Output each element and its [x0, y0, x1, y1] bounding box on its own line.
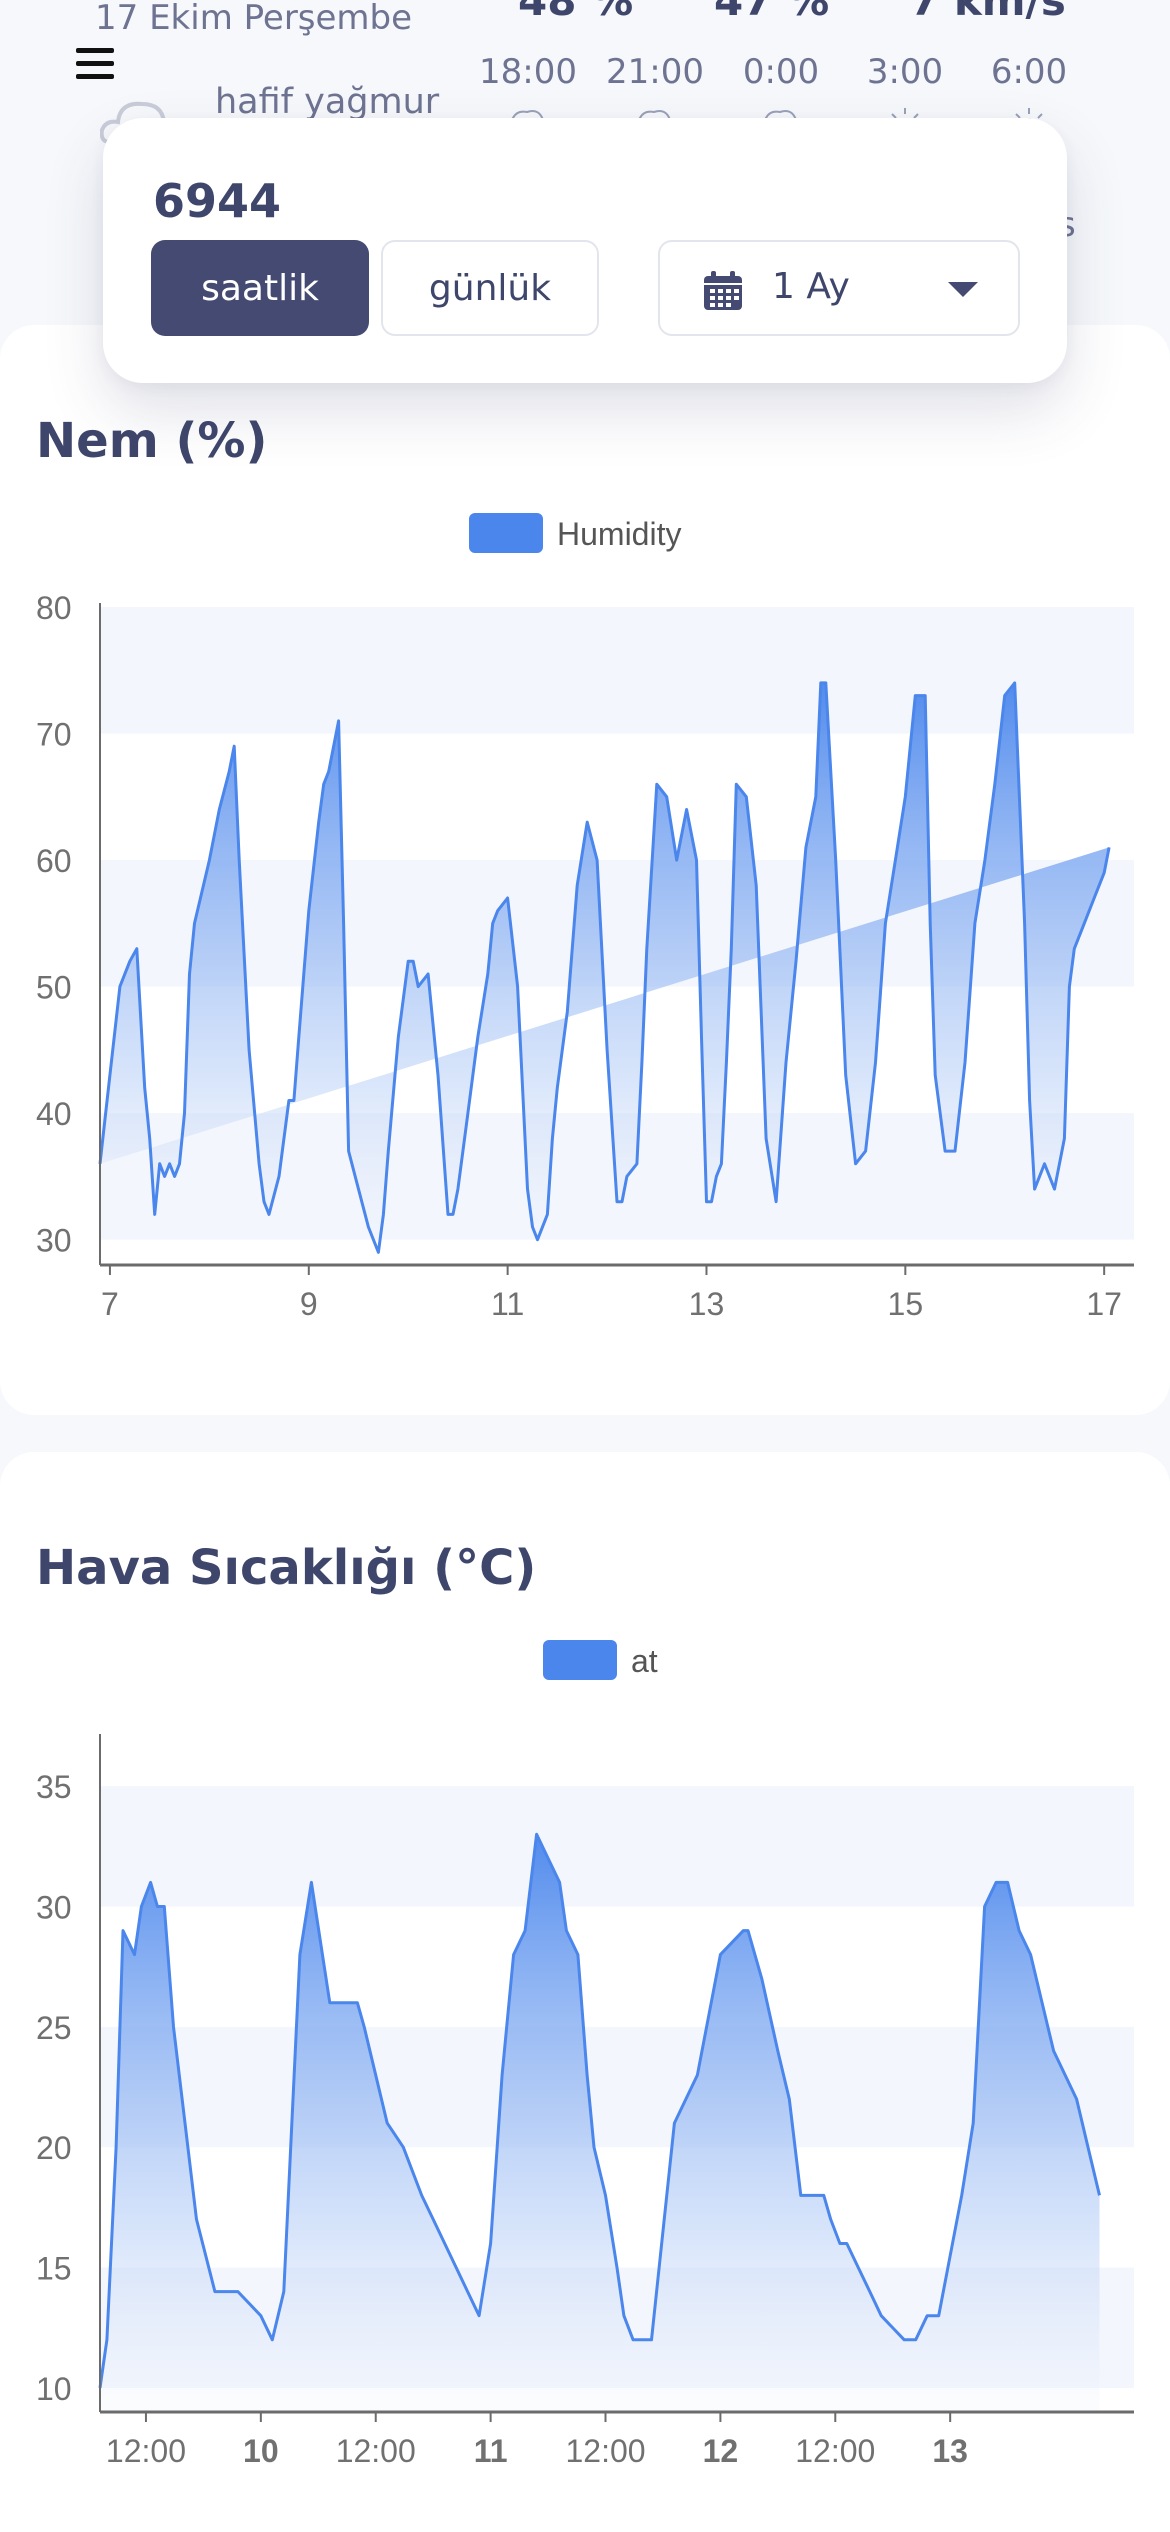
x-tick-label: 11 [474, 2433, 508, 2469]
y-tick-label: 10 [36, 2371, 72, 2407]
stat-wind: 7 km/s [910, 0, 1066, 25]
condition-label: hafif yağmur [215, 82, 440, 122]
range-select[interactable]: 1 Ay [658, 240, 1020, 336]
calendar-icon [704, 271, 742, 310]
y-tick-label: 70 [36, 717, 72, 753]
x-tick-label: 13 [932, 2433, 968, 2469]
forecast-hour: 21:00 [606, 52, 704, 92]
app-screen: 17 Ekim Perşembe hafif yağmur 48 % 47 % … [0, 0, 1170, 2532]
x-tick-label: 12 [703, 2433, 739, 2469]
x-tick-label: 10 [243, 2433, 279, 2469]
stat-humidity: 48 % [518, 0, 634, 25]
temperature-chart: 10 15 20 25 30 35 12:00 10 12:00 11 12:00 12 12:00 13… [36, 1640, 1134, 2469]
humidity-chart: 30 40 50 60 70 80 7 9 11 13 15 17 Humidity [36, 513, 1134, 1322]
y-tick-label: 50 [36, 970, 72, 1006]
y-tick-label: 30 [36, 1223, 72, 1259]
record-count: 6944 [153, 174, 282, 228]
legend-label: at [631, 1643, 658, 1679]
hamburger-menu-icon[interactable] [76, 48, 114, 80]
grid-band [100, 607, 1134, 734]
grid-band [100, 1786, 1134, 1907]
legend-swatch [543, 1640, 617, 1680]
hourly-button[interactable]: saatlik [151, 240, 369, 336]
y-tick-label: 25 [36, 2010, 72, 2046]
x-tick-label: 7 [101, 1286, 119, 1322]
y-tick-label: 35 [36, 1769, 72, 1805]
x-tick-label: 17 [1086, 1286, 1122, 1322]
x-tick-label: 9 [300, 1286, 318, 1322]
stat-pressure: 47 % [714, 0, 830, 25]
legend-swatch [469, 513, 543, 553]
temperature-card: Hava Sıcaklığı (°C) 10 15 20 25 30 35 12:00 10 1… [0, 1452, 1170, 2532]
range-label: 1 Ay [772, 266, 850, 307]
x-tick-label: 12:00 [336, 2433, 416, 2469]
y-tick-label: 80 [36, 590, 72, 626]
forecast-hour: 3:00 [866, 52, 944, 92]
daily-button[interactable]: günlük [381, 240, 599, 336]
y-tick-label: 60 [36, 843, 72, 879]
forecast-hour: 6:00 [990, 52, 1068, 92]
x-tick-label: 13 [689, 1286, 725, 1322]
y-tick-label: 30 [36, 1890, 72, 1926]
controls-panel: 6944 saatlik günlük 1 Ay [103, 118, 1067, 383]
chevron-down-icon [948, 282, 978, 297]
humidity-card: Nem (%) 30 40 50 60 70 80 7 9 11 13 15 17 Humidity [0, 325, 1170, 1415]
y-tick-label: 15 [36, 2251, 72, 2287]
x-tick-label: 15 [888, 1286, 924, 1322]
x-tick-label: 12:00 [106, 2433, 186, 2469]
grid-band [100, 860, 1134, 987]
y-tick-label: 40 [36, 1096, 72, 1132]
x-tick-label: 12:00 [565, 2433, 645, 2469]
x-tick-label: 11 [491, 1286, 524, 1322]
forecast-hour: 0:00 [742, 52, 820, 92]
y-tick-label: 20 [36, 2130, 72, 2166]
date-label: 17 Ekim Perşembe [95, 0, 413, 38]
x-tick-label: 12:00 [795, 2433, 875, 2469]
forecast-hour: 18:00 [479, 52, 577, 92]
legend-label: Humidity [557, 516, 681, 552]
